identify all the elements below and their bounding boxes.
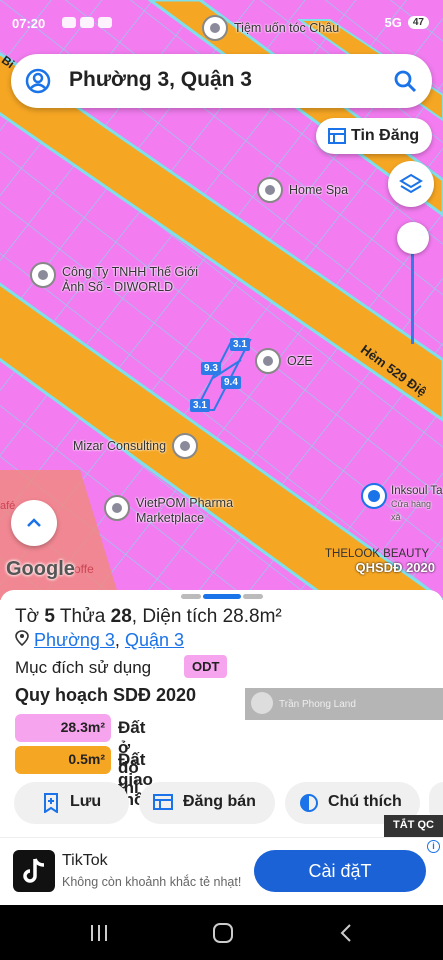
system-nav-bar	[0, 905, 443, 960]
action-row: Lưu Đăng bán Chú thích	[0, 782, 443, 824]
location-pin-icon	[15, 630, 29, 647]
poi-name: Inksoul Ta Cửa hàng xă	[391, 485, 443, 524]
post-for-sale-button[interactable]: Đăng bán	[139, 782, 275, 824]
opacity-slider-handle[interactable]	[397, 222, 429, 254]
contrast-icon	[299, 793, 319, 818]
status-time: 07:20	[12, 16, 46, 31]
poi-homespa[interactable]: Home Spa	[257, 177, 348, 203]
poi-coffee-partial: offe	[74, 562, 94, 576]
ward-link[interactable]: Phường 3	[34, 630, 115, 650]
search-title[interactable]: Phường 3, Quận 3	[69, 68, 252, 92]
tin-dang-label: Tin Đăng	[351, 127, 420, 144]
watermark-overlay: Trần Phong Land	[245, 688, 443, 720]
sheet-handle[interactable]	[243, 594, 263, 599]
poi-name-line1: VietPOM Pharma	[136, 496, 234, 510]
poi-diworld[interactable]: Công Ty TNHH Thế Giới Ảnh Số - DIWORLD	[30, 262, 198, 295]
expand-up-button[interactable]	[11, 500, 57, 546]
store-pin-icon	[361, 483, 387, 509]
google-logo: Google	[6, 558, 75, 580]
ad-app-name: TikTok	[62, 852, 108, 869]
area-label: Diện tích	[142, 606, 218, 627]
listing-icon	[153, 793, 173, 816]
watermark-text: Trần Phong Land	[279, 699, 356, 710]
save-label: Lưu	[70, 793, 102, 810]
map-pin-icon	[30, 262, 56, 288]
thua-value: 28	[110, 606, 132, 627]
opacity-slider-track[interactable]	[411, 240, 414, 344]
legend-value: 0.5m²	[15, 746, 111, 774]
thua-label: Thửa	[59, 606, 106, 627]
map-pin-icon	[257, 177, 283, 203]
poi-name: Tiệm uốn tóc Châu	[234, 21, 340, 35]
district-link[interactable]: Quận 3	[125, 630, 184, 650]
sheet-handle[interactable]	[181, 594, 201, 599]
listing-icon	[328, 127, 346, 150]
poi-mizar[interactable]: Mizar Consulting	[73, 433, 199, 459]
back-icon[interactable]	[338, 923, 354, 948]
close-ad-button[interactable]: TẮT QC	[384, 815, 443, 837]
poi-name-line2: Cửa hàng xă	[391, 499, 432, 522]
parcel-edge-label: 3.1	[190, 399, 210, 412]
bookmark-add-icon	[42, 793, 60, 818]
account-icon[interactable]	[25, 68, 51, 99]
sheet-handle-active[interactable]	[203, 594, 241, 599]
poi-name-line1: Inksoul Ta	[391, 485, 443, 497]
post-label: Đăng bán	[183, 793, 256, 810]
battery-icon: 47	[407, 16, 429, 29]
poi-name: Công Ty TNHH Thế Giới Ảnh Số - DIWORLD	[62, 265, 198, 295]
network-icon: 5G	[384, 15, 402, 30]
area-value: 28.8m²	[222, 606, 282, 627]
note-label: Chú thích	[328, 793, 402, 810]
purpose-label: Mục đích sử dụng	[15, 658, 152, 677]
plan-title: Quy hoạch SDĐ 2020	[15, 685, 197, 705]
install-button[interactable]: Cài đặT	[254, 850, 426, 892]
parcel-address: Phường 3, Quận 3	[15, 630, 184, 651]
layers-icon	[399, 173, 423, 194]
poi-inksoul[interactable]: Inksoul Ta Cửa hàng xă	[361, 483, 443, 524]
legend-value: 28.3m²	[15, 714, 111, 742]
poi-thelook: THELOOK BEAUTY	[325, 548, 430, 560]
recent-apps-icon[interactable]	[89, 923, 109, 948]
avatar	[251, 692, 273, 714]
poi-name: Mizar Consulting	[73, 439, 167, 453]
notification-icons	[62, 17, 112, 28]
map-pin-icon	[104, 495, 130, 521]
poi-name-line1: Công Ty TNHH Thế Giới	[62, 265, 199, 279]
chevron-up-icon	[27, 518, 41, 527]
parcel-edge-label: 9.3	[201, 362, 221, 375]
search-bar[interactable]: Phường 3, Quận 3	[11, 54, 432, 108]
tin-dang-button[interactable]: Tin Đăng	[316, 118, 432, 154]
to-label: Tờ	[15, 606, 40, 627]
home-icon[interactable]	[212, 923, 234, 948]
map-pin-icon	[202, 15, 228, 41]
map-pin-icon	[255, 348, 281, 374]
parcel-edge-label: 3.1	[230, 338, 250, 351]
poi-name-line2: Marketplace	[136, 511, 205, 525]
poi-name: OZE	[287, 354, 313, 368]
save-button[interactable]: Lưu	[14, 782, 129, 824]
layer-name-label: QHSDĐ 2020	[355, 560, 435, 575]
poi-name: VietPOM Pharma Marketplace	[136, 496, 233, 526]
to-value: 5	[44, 606, 55, 627]
poi-name-line2: Ảnh Số - DIWORLD	[62, 280, 174, 294]
poi-name: Home Spa	[289, 183, 349, 197]
layers-button[interactable]	[388, 161, 434, 207]
poi-vietpom[interactable]: VietPOM Pharma Marketplace	[104, 495, 233, 526]
poi-oze[interactable]: OZE	[255, 348, 313, 374]
ad-info-icon[interactable]: i	[427, 840, 440, 853]
search-icon[interactable]	[392, 68, 418, 99]
status-right: 5G 47	[385, 15, 429, 30]
map-pin-icon	[172, 433, 199, 459]
parcel-summary: Tờ 5 Thửa 28, Diện tích 28.8m²	[15, 606, 282, 627]
poi-tiem[interactable]: Tiệm uốn tóc Châu	[202, 15, 339, 41]
purpose-code-badge: ODT	[184, 655, 228, 678]
poi-cafe-partial: afé	[0, 500, 16, 512]
ad-tagline: Không còn khoảnh khắc tẻ nhạt!	[62, 875, 242, 889]
tiktok-logo-icon	[13, 850, 55, 892]
parcel-edge-label: 9.4	[221, 376, 241, 389]
ad-banner[interactable]: TikTok Không còn khoảnh khắc tẻ nhạt! Cà…	[0, 837, 443, 905]
